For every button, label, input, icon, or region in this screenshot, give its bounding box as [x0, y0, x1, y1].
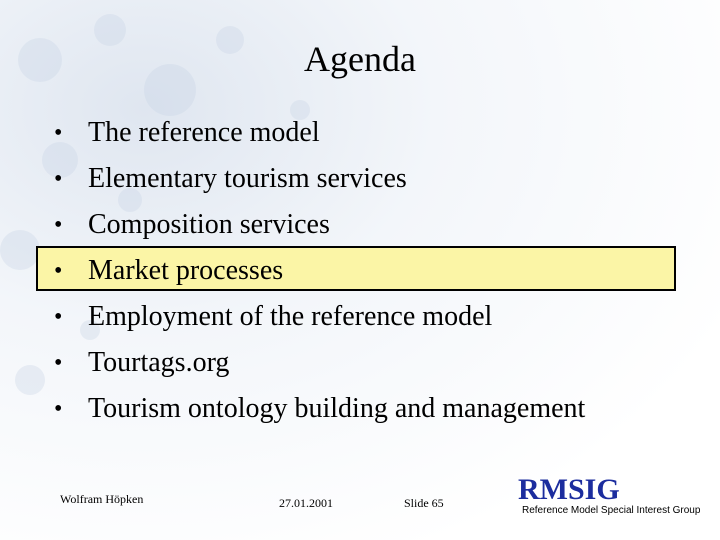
agenda-item-label: Employment of the reference model	[88, 301, 493, 332]
agenda-item: • The reference model	[0, 110, 700, 156]
bullet-icon: •	[54, 396, 63, 422]
footer-slide-number: Slide 65	[404, 496, 444, 510]
agenda-item: • Tourism ontology building and manageme…	[0, 386, 700, 432]
agenda-item-label: Market processes	[88, 255, 284, 286]
agenda-item: • Employment of the reference model	[0, 294, 700, 340]
rmsig-logo: RMSIG	[518, 473, 620, 506]
agenda-item: • Elementary tourism services	[0, 156, 700, 202]
footer-date: 27.01.2001	[279, 496, 333, 510]
agenda-item: • Composition services	[0, 202, 700, 248]
agenda-item-label: Tourism ontology building and management	[88, 393, 586, 424]
agenda-item-label: Composition services	[88, 209, 330, 240]
agenda-item-label: Elementary tourism services	[88, 163, 407, 194]
bullet-icon: •	[54, 304, 63, 330]
footer-author: Wolfram Höpken	[60, 492, 144, 506]
agenda-item-label: The reference model	[88, 117, 320, 148]
bullet-icon: •	[54, 258, 63, 284]
bullet-icon: •	[54, 350, 63, 376]
agenda-item: • Tourtags.org	[0, 340, 700, 386]
slide: Agenda • The reference model • Elementar…	[0, 0, 720, 540]
bullet-icon: •	[54, 120, 63, 146]
bullet-icon: •	[54, 212, 63, 238]
agenda-item-label: Tourtags.org	[88, 347, 230, 378]
slide-title: Agenda	[304, 39, 416, 79]
agenda-item-highlighted: • Market processes	[0, 248, 700, 294]
bullet-icon: •	[54, 166, 63, 192]
rmsig-logo-subtitle: Reference Model Special Interest Group	[522, 505, 701, 516]
